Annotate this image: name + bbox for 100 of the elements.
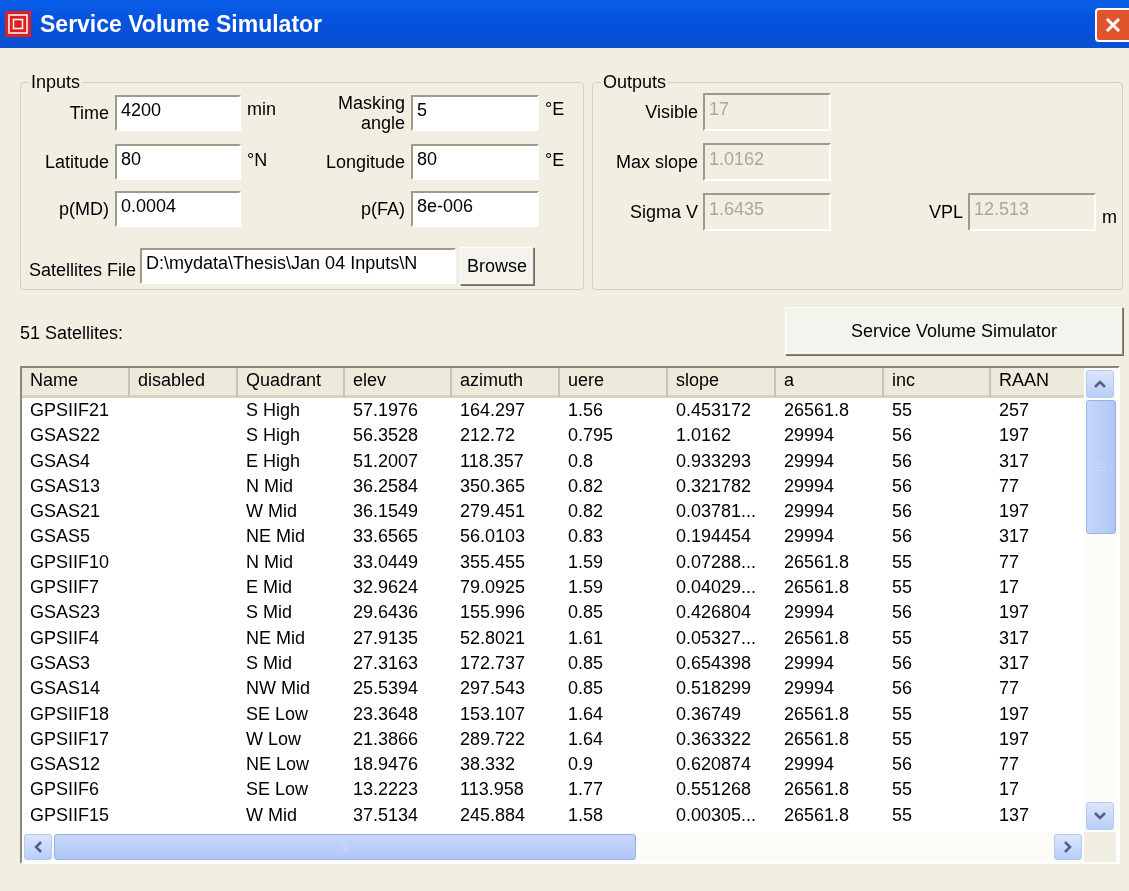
table-cell-text: 29994 (783, 753, 836, 777)
table-cell-text: 29994 (783, 525, 836, 549)
table-cell-text: 55 (891, 803, 914, 827)
table-cell-text: 0.07288... (675, 550, 758, 574)
table-cell-text: GPSIIF18 (29, 702, 111, 726)
table-cell-text: 56.3528 (352, 424, 420, 448)
column-header[interactable]: uere (560, 368, 668, 398)
table-cell-text: GPSIIF10 (29, 550, 111, 574)
input-field[interactable]: 4200 (115, 95, 241, 131)
input-field[interactable]: 0.0004 (115, 191, 241, 227)
table-cell-text: 0.03781... (675, 500, 758, 524)
column-header[interactable]: Quadrant (238, 368, 345, 398)
input-field[interactable]: 8e-006 (411, 191, 539, 227)
table-cell-text: 52.8021 (459, 626, 527, 650)
column-header[interactable]: azimuth (452, 368, 560, 398)
table-cell-text: 0.36749 (675, 702, 743, 726)
scroll-thumb[interactable] (54, 834, 636, 860)
table-cell-text: 56 (891, 424, 914, 448)
table-cell-text: NE Mid (245, 525, 306, 549)
table-cell-text: NE Low (245, 753, 311, 777)
input-field[interactable]: 80 (115, 144, 241, 180)
table-cell-text: 0.82 (567, 500, 605, 524)
table-cell-text: 36.1549 (352, 500, 420, 524)
column-header[interactable]: disabled (130, 368, 238, 398)
table-cell-text: 21.3866 (352, 727, 420, 751)
table-cell-text: SE Low (245, 778, 310, 802)
scroll-up-button[interactable] (1086, 370, 1114, 398)
browse-button[interactable]: Browse (460, 247, 535, 285)
table-cell-text: 0.194454 (675, 525, 753, 549)
vertical-scrollbar[interactable] (1084, 368, 1118, 832)
unit-label: °E (545, 99, 565, 119)
scroll-right-button[interactable] (1054, 834, 1082, 860)
table-cell-text: 29994 (783, 677, 836, 701)
satellite-count: 51 Satellites: (20, 322, 124, 344)
input-field[interactable]: 80 (411, 144, 539, 180)
field-label: VPL (927, 201, 963, 223)
column-header[interactable]: RAAN (991, 368, 1084, 398)
table-cell-text: GSAS13 (29, 474, 102, 498)
table-cell-text: 350.365 (459, 474, 527, 498)
scroll-down-button[interactable] (1086, 802, 1114, 830)
field-label: p(FA) (360, 199, 405, 219)
table-cell-text: 77 (998, 753, 1021, 777)
field-label: p(MD) (58, 199, 109, 219)
table-cell-text: 1.77 (567, 778, 605, 802)
table-cell-text: 55 (891, 727, 914, 751)
column-header[interactable]: slope (668, 368, 776, 398)
table-cell-text: 55 (891, 399, 914, 422)
file-path-field[interactable]: D:\mydata\Thesis\Jan 04 Inputs\N (140, 248, 457, 284)
table-cell-text: 155.996 (459, 601, 527, 625)
table-cell-text: 26561.8 (783, 702, 851, 726)
table-cell-text: 0.551268 (675, 778, 753, 802)
close-button[interactable] (1095, 8, 1129, 42)
simulate-button[interactable]: Service Volume Simulator (785, 307, 1123, 355)
table-cell-text: 1.59 (567, 576, 605, 600)
scrollbar-corner (1084, 832, 1116, 862)
table-cell-text: GSAS21 (29, 500, 102, 524)
table-cell-text: 0.85 (567, 677, 605, 701)
table-cell-text: 55 (891, 778, 914, 802)
table-cell-text: 164.297 (459, 399, 527, 422)
table-cell-text: 55 (891, 550, 914, 574)
table-cell-text: GPSIIF21 (29, 399, 111, 422)
field-label: Satellites File (29, 258, 137, 281)
input-field[interactable]: 5 (411, 95, 539, 131)
table-cell-text: 26561.8 (783, 778, 851, 802)
table-cell-text: 317 (998, 651, 1031, 675)
table-cell-text: 26561.8 (783, 626, 851, 650)
table-cell-text: 55 (891, 702, 914, 726)
table-cell-text: 27.3163 (352, 651, 420, 675)
table-cell-text: 197 (998, 702, 1031, 726)
table-cell-text: NE Mid (245, 626, 306, 650)
table-cell-text: GSAS12 (29, 753, 102, 777)
table-cell-text: 29994 (783, 500, 836, 524)
table-cell-text: 29994 (783, 601, 836, 625)
table-cell-text: 197 (998, 424, 1031, 448)
column-header[interactable]: a (776, 368, 884, 398)
scroll-left-button[interactable] (24, 834, 52, 860)
table-cell-text: GPSIIF15 (29, 803, 111, 827)
table-cell-text: 212.72 (459, 424, 517, 448)
table-cell-text: 245.884 (459, 803, 527, 827)
table-cell-text: 56 (891, 677, 914, 701)
column-header[interactable]: Name (22, 368, 130, 398)
table-cell-text: GSAS23 (29, 601, 102, 625)
table-cell-text: 172.737 (459, 651, 527, 675)
table-cell-text: 1.0162 (675, 424, 733, 448)
table-cell-text: 137 (998, 803, 1031, 827)
field-label: Masking angle (336, 93, 405, 133)
column-header[interactable]: elev (345, 368, 452, 398)
table-cell-text: 279.451 (459, 500, 527, 524)
table-cell-text: 29994 (783, 424, 836, 448)
table-cell-text: 37.5134 (352, 803, 420, 827)
table-cell-text: 1.64 (567, 727, 605, 751)
column-header[interactable]: inc (884, 368, 991, 398)
table-cell-text: 1.58 (567, 803, 605, 827)
field-label: Max slope (614, 152, 698, 172)
table-cell-text: N Mid (245, 550, 294, 574)
scroll-thumb[interactable] (1086, 400, 1116, 534)
table-cell-text: 79.0925 (459, 576, 527, 600)
table-cell-text: 32.9624 (352, 576, 420, 600)
horizontal-scrollbar[interactable] (22, 832, 1118, 862)
table-cell-text: 257 (998, 399, 1031, 422)
